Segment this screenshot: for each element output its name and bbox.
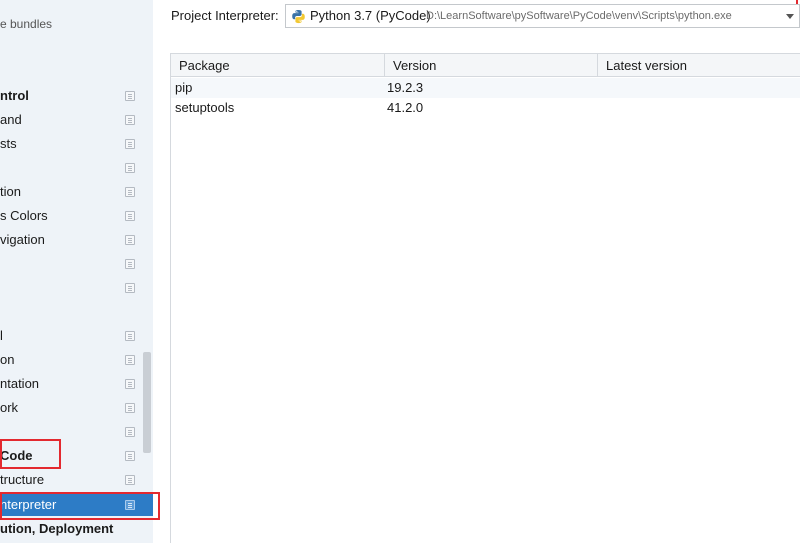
tree-item-and[interactable]: and <box>0 109 153 131</box>
tree-item-label: s Colors <box>0 208 48 223</box>
tree-item-on[interactable]: on <box>0 349 153 371</box>
column-header-package[interactable]: Package <box>171 54 384 77</box>
tree-item-label: ntation <box>0 376 40 391</box>
package-name-cell: pip <box>175 80 193 95</box>
python-icon <box>292 9 305 24</box>
column-header-latest-version[interactable]: Latest version <box>597 54 800 77</box>
project-scope-icon <box>125 211 135 221</box>
interpreter-select[interactable]: Python 3.7 (PyCode) D:\LearnSoftware\pyS… <box>285 4 800 28</box>
tree-item-sts[interactable]: sts <box>0 133 153 155</box>
tree-item-label: ntrol <box>0 88 29 103</box>
tree-item-project-code[interactable]: Code <box>0 445 153 467</box>
project-scope-icon <box>125 403 135 413</box>
tree-item-label: tion <box>0 184 21 199</box>
project-scope-icon <box>125 451 135 461</box>
package-version-cell: 19.2.3 <box>387 80 424 95</box>
tree-item-label: nterpreter <box>0 497 57 512</box>
tree-item-deployment[interactable]: ution, Deployment <box>0 518 153 540</box>
project-scope-icon <box>125 379 135 389</box>
project-scope-icon <box>125 500 135 510</box>
project-scope-icon <box>125 427 135 437</box>
package-version-cell: 41.2.0 <box>387 100 424 115</box>
tree-item-bundles[interactable]: e bundles <box>0 13 153 35</box>
project-scope-icon <box>125 187 135 197</box>
tree-item-blank-3[interactable] <box>0 277 153 299</box>
project-scope-icon <box>125 259 135 269</box>
project-scope-icon <box>125 283 135 293</box>
table-row[interactable]: setuptools 41.2.0 <box>171 98 800 118</box>
tree-item-label: e bundles <box>0 17 53 31</box>
tree-item-label: vigation <box>0 232 45 247</box>
tree-item-label: on <box>0 352 15 367</box>
tree-item-l[interactable]: l <box>0 325 153 347</box>
settings-tree: e bundles ntrol and sts tion s Colors vi… <box>0 0 153 543</box>
column-header-version[interactable]: Version <box>384 54 597 77</box>
project-scope-icon <box>125 475 135 485</box>
table-row[interactable]: pip 19.2.3 <box>171 78 800 98</box>
sidebar-scrollbar[interactable] <box>142 0 153 543</box>
project-scope-icon <box>125 139 135 149</box>
tree-item-tion[interactable]: tion <box>0 181 153 203</box>
project-scope-icon <box>125 331 135 341</box>
tree-item-ntation[interactable]: ntation <box>0 373 153 395</box>
tree-item-ork[interactable]: ork <box>0 397 153 419</box>
tree-item-structure[interactable]: tructure <box>0 469 153 491</box>
tree-item-label: Code <box>0 448 33 463</box>
chevron-down-icon[interactable] <box>786 14 794 19</box>
interpreter-path: D:\LearnSoftware\pySoftware\PyCode\venv\… <box>426 10 732 22</box>
tree-item-version-control[interactable]: ntrol <box>0 85 153 107</box>
package-name-cell: setuptools <box>175 100 235 115</box>
tree-item-project-interpreter[interactable]: nterpreter <box>0 494 153 516</box>
tree-item-label: tructure <box>0 472 45 487</box>
tree-item-label: l <box>0 328 3 343</box>
tree-item-label: ork <box>0 400 19 415</box>
tree-item-label: ution, Deployment <box>0 521 114 536</box>
tree-item-label: and <box>0 112 22 127</box>
project-scope-icon <box>125 163 135 173</box>
project-scope-icon <box>125 115 135 125</box>
project-scope-icon <box>125 355 135 365</box>
project-scope-icon <box>125 91 135 101</box>
sidebar-scroll-thumb[interactable] <box>143 352 151 453</box>
tree-item-colors[interactable]: s Colors <box>0 205 153 227</box>
tree-item-blank-1[interactable] <box>0 157 153 179</box>
tree-item-blank-4[interactable] <box>0 421 153 443</box>
project-scope-icon <box>125 235 135 245</box>
project-interpreter-label: Project Interpreter: <box>171 8 279 23</box>
tree-item-blank-2[interactable] <box>0 253 153 275</box>
tree-item-label: sts <box>0 136 17 151</box>
packages-table: Package Version Latest version pip 19.2.… <box>170 53 800 543</box>
interpreter-name: Python 3.7 (PyCode) <box>310 8 431 23</box>
tree-item-navigation[interactable]: vigation <box>0 229 153 251</box>
